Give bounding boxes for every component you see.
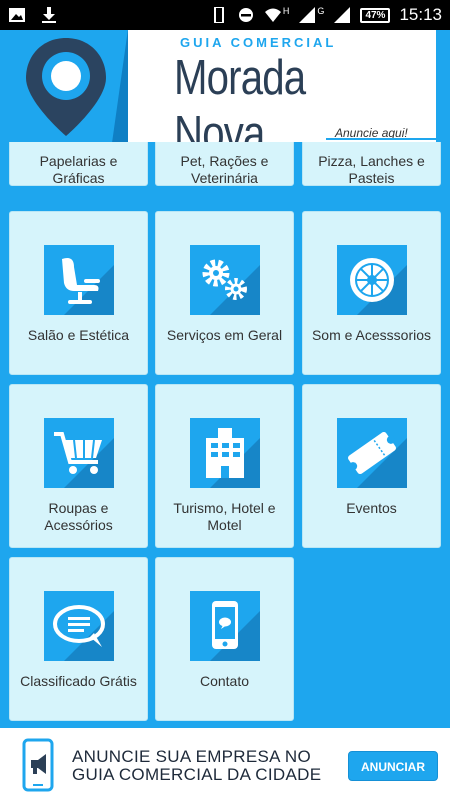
- header-subtitle: Guia Comercial: [180, 35, 337, 50]
- category-icon-box: [43, 591, 114, 661]
- ticket-icon: [347, 431, 396, 475]
- category-card-turismo[interactable]: Turismo, Hotel e Motel: [155, 384, 294, 548]
- shopping-cart-icon: [53, 432, 102, 474]
- category-label: Classificado Grátis: [20, 673, 137, 689]
- category-label: Pet, Rações e Veterinária: [180, 153, 269, 186]
- category-label: Som e Acesssorios: [311, 327, 432, 343]
- salon-chair-icon: [61, 258, 100, 304]
- network-type-1: H: [282, 6, 290, 16]
- ad-text: ANUNCIE SUA EMPRESA NO GUIA COMERCIAL DA…: [72, 748, 321, 784]
- category-icon-box: [189, 418, 260, 488]
- image-notification-icon: [9, 8, 25, 22]
- ad-text-line1: ANUNCIE SUA EMPRESA NO: [72, 747, 311, 766]
- anunciar-button[interactable]: ANUNCIAR: [348, 751, 438, 781]
- category-icon-box: [336, 245, 407, 315]
- category-label: Turismo, Hotel e Motel: [173, 500, 276, 533]
- phone-vibrate-icon: [213, 7, 224, 23]
- megaphone-phone-icon: [22, 738, 54, 792]
- speaker-icon: [349, 258, 394, 302]
- category-card-roupas[interactable]: Roupas e Acessórios: [9, 384, 148, 548]
- category-label: Pizza, Lanches e Pasteis: [318, 153, 425, 186]
- status-bar: H G 47% 15:13: [0, 0, 450, 30]
- chat-bubble-icon: [52, 605, 105, 647]
- clock: 15:13: [399, 5, 442, 24]
- category-label: Serviços em Geral: [166, 327, 283, 343]
- category-grid: Papelarias e Gráficas Pet, Rações e Vete…: [0, 142, 450, 728]
- category-label: Salão e Estética: [27, 327, 130, 343]
- category-card-salao[interactable]: Salão e Estética: [9, 211, 148, 375]
- ad-banner[interactable]: ANUNCIE SUA EMPRESA NO GUIA COMERCIAL DA…: [0, 728, 450, 800]
- hotel-icon: [205, 428, 244, 478]
- category-card-pizza[interactable]: Pizza, Lanches e Pasteis: [302, 142, 441, 186]
- header-banner[interactable]: Guia Comercial Morada Nova Anuncie aqui!: [0, 30, 450, 142]
- location-pin-icon: [26, 38, 106, 136]
- wifi-icon: [264, 8, 281, 22]
- download-icon: [42, 7, 56, 23]
- category-label: Roupas e Acessórios: [44, 500, 113, 533]
- category-icon-box: [189, 245, 260, 315]
- category-card-contato[interactable]: Contato: [155, 557, 294, 721]
- smartphone-icon: [211, 601, 238, 649]
- signal-1-icon: [299, 7, 316, 23]
- category-card-servicos[interactable]: Serviços em Geral: [155, 211, 294, 375]
- network-type-2: G: [317, 6, 325, 16]
- category-icon-box: [43, 245, 114, 315]
- category-card-pet[interactable]: Pet, Rações e Veterinária: [155, 142, 294, 186]
- gears-icon: [202, 259, 247, 300]
- category-icon-box: [336, 418, 407, 488]
- category-card-eventos[interactable]: Eventos: [302, 384, 441, 548]
- category-label: Contato: [199, 673, 250, 689]
- category-label: Eventos: [346, 500, 397, 516]
- header-cta-underline: [326, 138, 438, 140]
- category-card-classificado[interactable]: Classificado Grátis: [9, 557, 148, 721]
- category-card-som[interactable]: Som e Acesssorios: [302, 211, 441, 375]
- ad-text-line2: GUIA COMERCIAL DA CIDADE: [72, 765, 322, 784]
- battery-indicator: 47%: [360, 7, 391, 23]
- do-not-disturb-icon: [238, 8, 253, 22]
- category-label: Papelarias e Gráficas: [39, 153, 118, 186]
- category-icon-box: [43, 418, 114, 488]
- category-icon-box: [189, 591, 260, 661]
- signal-2-icon: [334, 7, 351, 23]
- header-stripe: [436, 30, 450, 142]
- category-card-papelarias[interactable]: Papelarias e Gráficas: [9, 142, 148, 186]
